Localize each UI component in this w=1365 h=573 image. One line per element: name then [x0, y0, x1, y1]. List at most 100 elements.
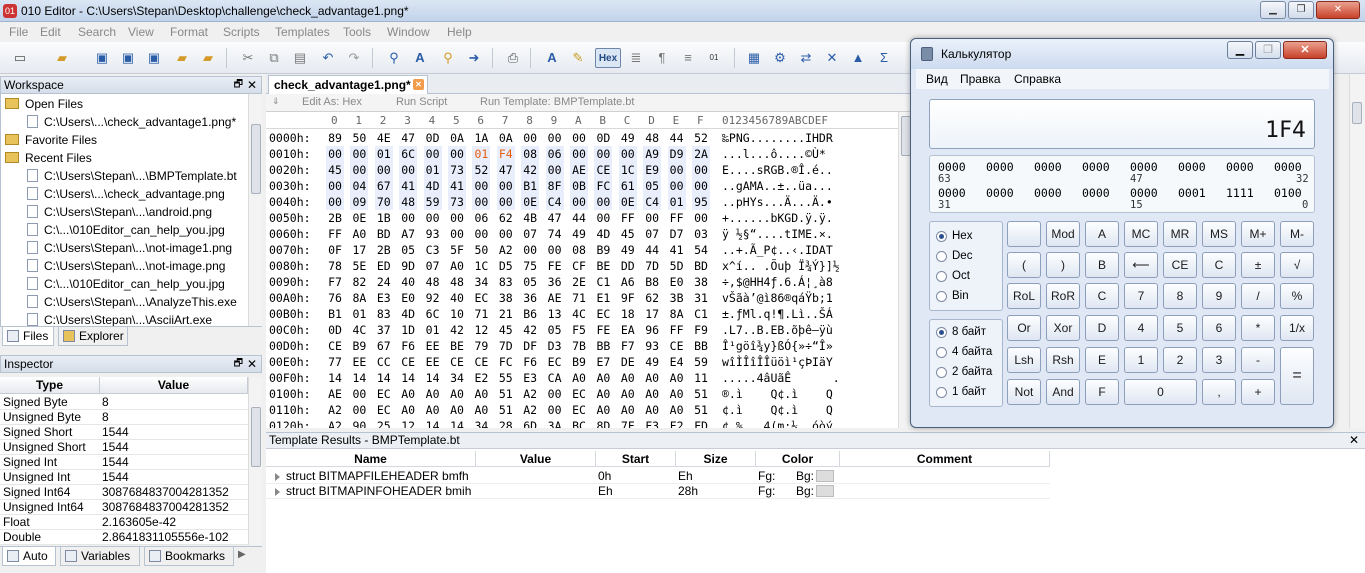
hex-byte[interactable]: 4D	[423, 178, 442, 194]
hex-byte[interactable]: 0D	[424, 130, 442, 146]
hex-byte[interactable]: 25	[375, 418, 393, 428]
open-recent-icon[interactable]: ▰	[172, 48, 192, 68]
hex-byte[interactable]: 37	[375, 322, 393, 338]
hex-byte[interactable]: 8A	[350, 290, 368, 306]
hex-byte[interactable]: 44	[668, 130, 686, 146]
hex-byte[interactable]: C1	[594, 274, 612, 290]
hex-byte[interactable]: 00	[692, 162, 710, 178]
hex-byte[interactable]: F6	[521, 354, 539, 370]
hex-byte[interactable]: 79	[472, 338, 490, 354]
calc-key[interactable]: B	[1085, 252, 1119, 278]
hex-byte[interactable]: 51	[692, 402, 710, 418]
hex-byte[interactable]: 00	[667, 162, 686, 178]
hex-byte[interactable]: A0	[472, 386, 490, 402]
menu-help[interactable]: Справка	[1014, 72, 1061, 86]
calc-key[interactable]: 8	[1163, 283, 1197, 309]
hex-byte[interactable]: 41	[399, 178, 418, 194]
hex-byte[interactable]: 14	[375, 370, 393, 386]
hex-byte[interactable]: 0E	[521, 194, 540, 210]
hex-byte[interactable]: 49	[619, 242, 637, 258]
hex-byte[interactable]: A0	[643, 386, 661, 402]
hex-byte[interactable]: 8A	[668, 306, 686, 322]
calc-key[interactable]: 3	[1202, 347, 1236, 373]
hex-byte[interactable]: 41	[448, 178, 466, 194]
calc-key[interactable]: RoL	[1007, 283, 1041, 309]
edit-as-dropdown[interactable]: Edit As: Hex	[302, 96, 362, 108]
hex-byte[interactable]: 07	[643, 226, 661, 242]
hex-byte[interactable]: 83	[497, 274, 515, 290]
ascii-text[interactable]: E....sRGB.®Î.é..	[722, 162, 833, 178]
table-row[interactable]: Unsigned Short 1544	[0, 440, 248, 455]
list-item[interactable]: C:\Users\...\check_advantage.png	[27, 185, 225, 203]
run-script-dropdown[interactable]: Run Script	[396, 96, 447, 108]
hex-byte[interactable]: 00	[424, 210, 442, 226]
hex-byte[interactable]: 00	[350, 162, 369, 178]
hex-byte[interactable]: 00	[546, 130, 564, 146]
hex-byte[interactable]: 45	[497, 322, 515, 338]
hex-byte[interactable]: 01	[472, 146, 491, 162]
hex-row[interactable]: 0090h: F7 82 24 40 48 48 34 83 05 36 2E C1 A6 B8 E0 38 ÷‚…	[266, 274, 912, 290]
hex-byte[interactable]: B6	[521, 306, 539, 322]
hex-byte[interactable]: 45	[619, 226, 637, 242]
list-item[interactable]: C:\Users\Stepan\...\BMPTemplate.bt	[27, 167, 237, 185]
hex-byte[interactable]: A2	[497, 242, 515, 258]
hex-byte[interactable]: CA	[546, 370, 564, 386]
table-row[interactable]: Signed Int64 3087684837004281352	[0, 485, 248, 500]
hex-row[interactable]: 00F0h: 14 14 14 14 14 34 E2 55 E3 CA A0 A0 A0 A0 A0 11..…	[266, 370, 912, 386]
hex-row[interactable]: 0070h: 0F 17 2B 05 C3 5F 50 A2 00 00 08 B9 49 44 41 54..…	[266, 242, 912, 258]
hex-byte[interactable]: A7	[399, 226, 417, 242]
hex-byte[interactable]: C3	[424, 242, 442, 258]
hex-byte[interactable]: A0	[399, 402, 417, 418]
hex-byte[interactable]: 00	[496, 194, 515, 210]
hex-byte[interactable]: CE	[326, 338, 344, 354]
hex-byte[interactable]: 67	[375, 338, 393, 354]
ascii-text[interactable]: ..pHYs...Ä...Ä.•	[722, 194, 833, 210]
hex-row[interactable]: 0000h: 89 50 4E 47 0D 0A 1A 0A 00 00 00 0D 49 48 44 52 ‰P…	[266, 130, 912, 146]
radio-oct[interactable]: Oct	[936, 268, 970, 284]
hex-byte[interactable]: FC	[497, 354, 515, 370]
hex-byte[interactable]: 42	[521, 162, 540, 178]
hex-byte[interactable]: CE	[399, 354, 417, 370]
calc-key[interactable]: Mod	[1046, 221, 1080, 247]
hex-byte[interactable]: BE	[448, 338, 466, 354]
hex-byte[interactable]: 50	[350, 130, 368, 146]
font-icon[interactable]: A	[542, 48, 562, 68]
workspace-icon[interactable]: ▰	[198, 48, 218, 68]
table-row[interactable]: struct BITMAPFILEHEADER bmfh 0h Eh Fg: B…	[266, 469, 1050, 484]
hex-row[interactable]: 0120h: A2 90 25 12 14 14 34 28 6D 3A BC 8D 7F F3 F2 FD ¢.…	[266, 418, 912, 428]
hex-byte[interactable]: 47	[399, 130, 417, 146]
hex-byte[interactable]: 0E	[618, 194, 637, 210]
hex-byte[interactable]: 00	[570, 194, 588, 210]
hex-byte[interactable]: EE	[424, 354, 442, 370]
hex-byte[interactable]: 0D	[594, 130, 612, 146]
calc-key[interactable]: 0	[1124, 379, 1197, 405]
hex-byte[interactable]: 28	[497, 418, 515, 428]
hex-byte[interactable]: BD	[375, 226, 393, 242]
hex-byte[interactable]: A2	[521, 402, 539, 418]
hex-byte[interactable]: 7F	[619, 418, 637, 428]
hex-view[interactable]: 0 1 2 3 4 5 6 7 8 9 A B C D E F 0123456789ABCDEF 0000h: 8…	[266, 112, 912, 428]
workspace-scrollbar[interactable]	[248, 94, 262, 326]
hex-byte[interactable]: 00	[472, 194, 491, 210]
hex-byte[interactable]: 47	[546, 210, 564, 226]
column-header-comment[interactable]: Comment	[840, 451, 1050, 467]
hex-byte[interactable]: 00	[448, 226, 466, 242]
hex-byte[interactable]: 09	[350, 194, 369, 210]
hex-byte[interactable]: 49	[643, 354, 661, 370]
hex-byte[interactable]: 00	[448, 210, 466, 226]
close-button[interactable]: ✕	[1283, 41, 1327, 59]
calc-key[interactable]: F	[1085, 379, 1119, 405]
column-header-color[interactable]: Color	[756, 451, 840, 467]
calc-key[interactable]: 2	[1163, 347, 1197, 373]
ascii-text[interactable]: ¢.ì Q¢.ì Q	[722, 402, 833, 418]
tools-icon[interactable]: ✕	[822, 48, 842, 68]
hex-byte[interactable]: F4	[496, 146, 515, 162]
hex-byte[interactable]: D9	[667, 146, 686, 162]
hex-byte[interactable]: 49	[619, 130, 637, 146]
hex-byte[interactable]: 52	[692, 130, 710, 146]
hex-byte[interactable]: 45	[326, 162, 344, 178]
hex-byte[interactable]: A0	[594, 402, 612, 418]
minimize-button[interactable]: ▁	[1260, 1, 1286, 19]
menu-window[interactable]: Window	[387, 25, 430, 39]
hex-byte[interactable]: 44	[570, 210, 588, 226]
